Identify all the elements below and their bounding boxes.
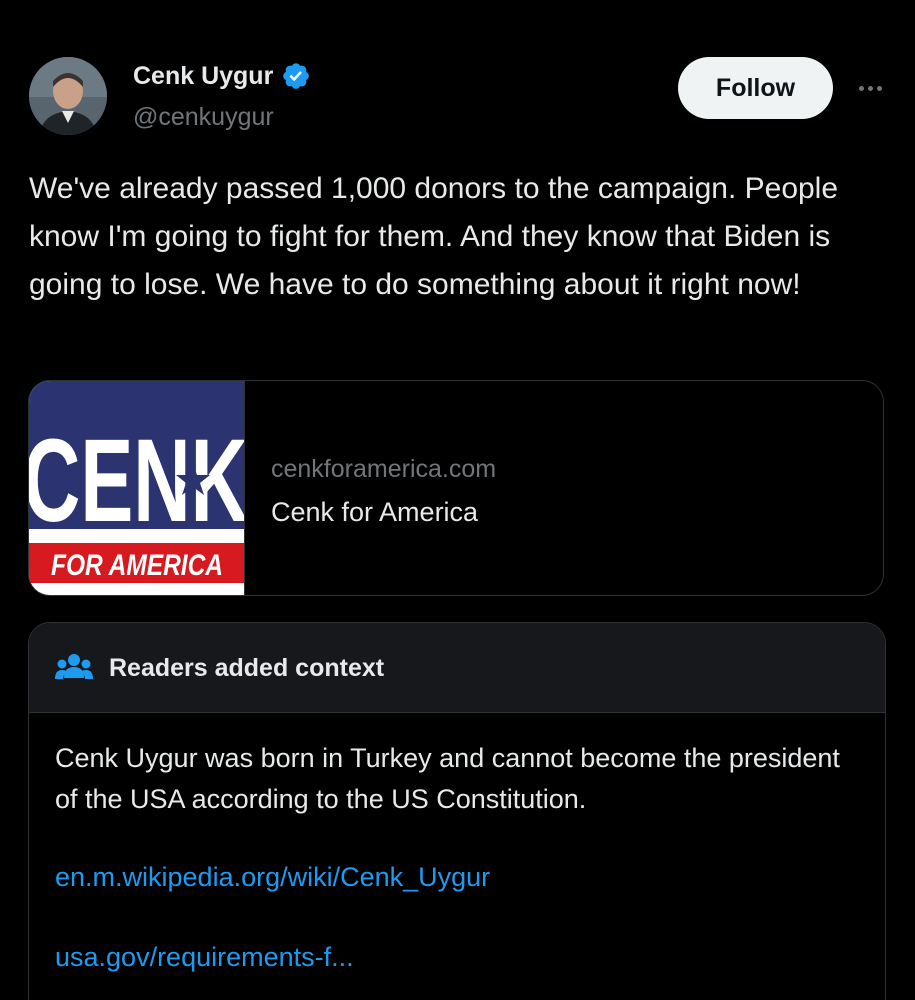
community-note-title: Readers added context xyxy=(109,654,385,682)
community-note-body: Cenk Uygur was born in Turkey and cannot… xyxy=(55,743,840,814)
note-link-wikipedia[interactable]: en.m.wikipedia.org/wiki/Cenk_Uygur xyxy=(55,859,490,895)
community-note-header: Readers added context xyxy=(29,623,885,713)
more-dot xyxy=(867,85,873,91)
logo-banner-text: FOR AMERICA xyxy=(51,549,223,582)
more-dot xyxy=(876,85,882,91)
cenk-for-america-logo: CENK FOR AMERICA xyxy=(29,381,248,595)
author-name-row: Cenk Uygur xyxy=(133,60,311,92)
card-domain: cenkforamerica.com xyxy=(271,455,497,483)
avatar[interactable] xyxy=(29,57,107,135)
more-dot xyxy=(858,85,864,91)
tweet: Cenk Uygur @cenkuygur Follow We've alrea… xyxy=(0,0,915,1000)
author-handle[interactable]: @cenkuygur xyxy=(133,101,274,133)
more-horizontal-icon[interactable] xyxy=(850,72,890,104)
card-image: CENK FOR AMERICA xyxy=(29,381,248,595)
verified-badge-icon xyxy=(283,63,310,89)
link-preview-card[interactable]: CENK FOR AMERICA cenkforamerica.com Cenk… xyxy=(28,380,884,596)
follow-button[interactable]: Follow xyxy=(678,57,833,119)
community-note: Readers added context Cenk Uygur was bor… xyxy=(28,622,886,1000)
readers-icon xyxy=(55,654,93,679)
author-display-name[interactable]: Cenk Uygur xyxy=(133,60,273,92)
logo-text: CENK xyxy=(29,415,244,547)
tweet-text: We've already passed 1,000 donors to the… xyxy=(29,172,839,301)
card-title: Cenk for America xyxy=(271,497,479,527)
note-link-usagov[interactable]: usa.gov/requirements-f... xyxy=(55,939,354,975)
